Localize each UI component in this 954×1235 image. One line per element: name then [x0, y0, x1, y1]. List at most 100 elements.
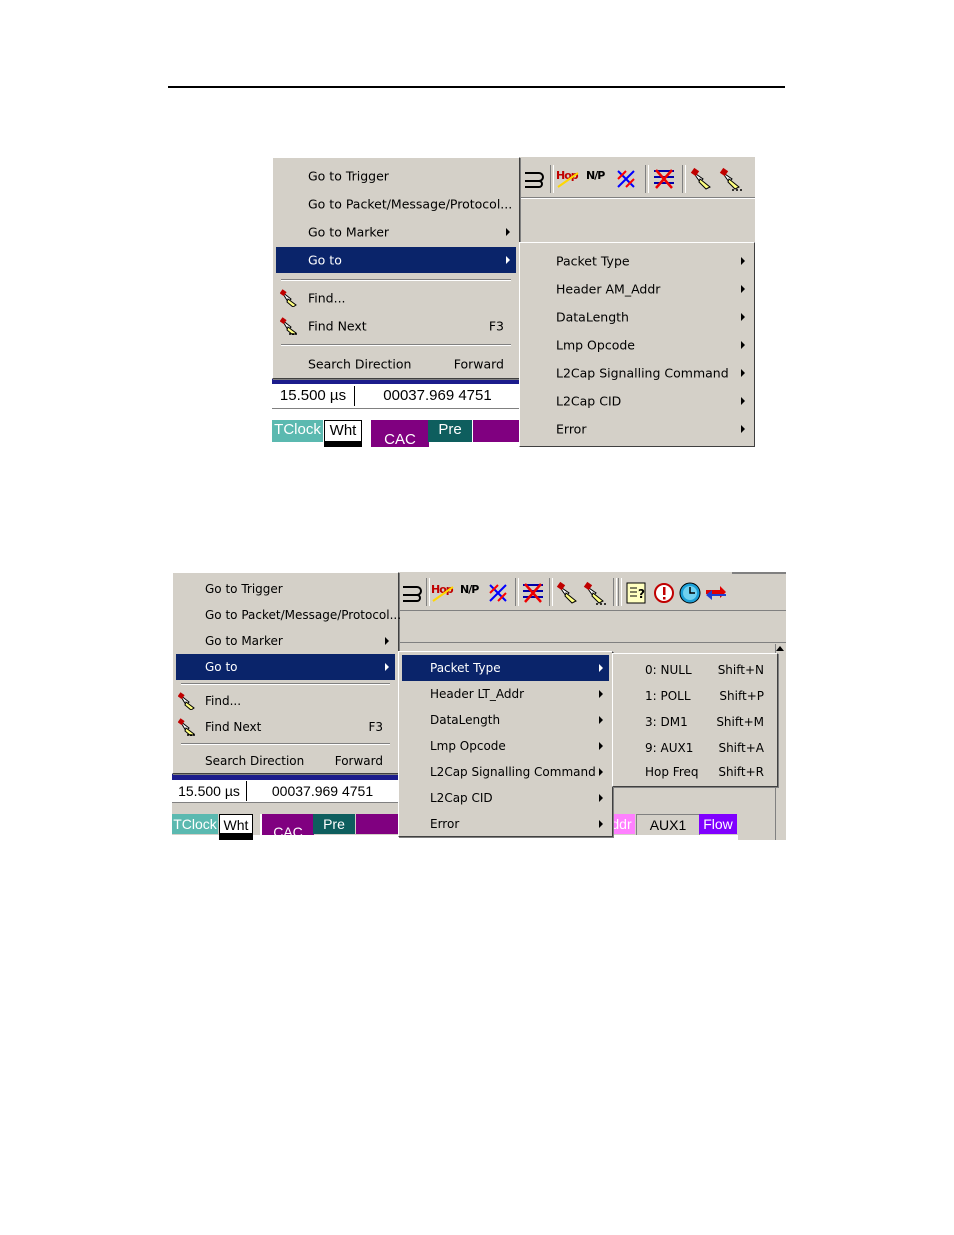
submenu-arrow-icon	[741, 425, 745, 433]
menu-item-go-to-packet[interactable]: Go to Packet/Message/Protocol...	[276, 191, 516, 217]
toolbar-separator	[550, 165, 554, 193]
menu-separator	[181, 683, 390, 685]
field-tclock[interactable]: TClock	[172, 814, 218, 834]
menu-item-find[interactable]: Find...	[276, 285, 516, 311]
hop-icon[interactable]: Hop	[556, 167, 580, 191]
clear-markers-icon[interactable]	[652, 167, 676, 191]
submenu-arrow-icon	[506, 256, 510, 264]
submenu-arrow-icon	[599, 690, 603, 698]
packet-type-poll[interactable]: 1: POLL Shift+P	[616, 683, 774, 709]
field-pre[interactable]: Pre	[428, 420, 472, 442]
cross-marker-icon[interactable]	[614, 167, 638, 191]
menu-item-go-to[interactable]: Go to	[276, 247, 516, 273]
alert-icon[interactable]	[652, 581, 676, 605]
submenu-arrow-icon	[599, 768, 603, 776]
menu-item-find-next[interactable]: Find Next F3	[276, 313, 516, 339]
submenu-item-header-am-addr[interactable]: Header AM_Addr	[523, 276, 751, 302]
submenu-arrow-icon	[741, 341, 745, 349]
submenu-item-l2cap-signalling[interactable]: L2Cap Signalling Command	[402, 759, 609, 785]
submenu-item-header-lt-addr[interactable]: Header LT_Addr	[402, 681, 609, 707]
submenu-arrow-icon	[599, 742, 603, 750]
menu-item-find-next[interactable]: Find Next F3	[176, 714, 395, 740]
menu-item-go-to-packet[interactable]: Go to Packet/Message/Protocol...	[176, 602, 401, 628]
flashlight-icon	[177, 692, 196, 711]
scroll-up-arrow-icon[interactable]	[776, 646, 784, 651]
packet-type-null[interactable]: 0: NULL Shift+N	[616, 657, 774, 683]
submenu-arrow-icon	[741, 257, 745, 265]
np-icon[interactable]: N/P	[585, 167, 609, 191]
field-tclock[interactable]: TClock	[272, 420, 323, 442]
submenu-item-lmp-opcode[interactable]: Lmp Opcode	[402, 733, 609, 759]
field-cac[interactable]: CAC	[369, 420, 429, 447]
toolbar-separator	[515, 578, 519, 606]
screenshot-1: Hop N/P 15.500 µs 00037.969 4751 TClock …	[272, 157, 755, 447]
submenu-arrow-icon	[741, 313, 745, 321]
menu-item-search-direction[interactable]: Search Direction Forward	[176, 748, 395, 774]
screenshot-2: Hop N/P ? 15.500 µs 00037.969 4751 TCloc…	[172, 572, 786, 840]
flashlight-next-icon	[177, 718, 196, 737]
context-menu: Go to Trigger Go to Packet/Message/Proto…	[172, 572, 401, 774]
submenu-item-l2cap-signalling[interactable]: L2Cap Signalling Command	[523, 360, 751, 386]
toolbar-bottom-edge-light	[518, 198, 755, 199]
field-wht[interactable]: Wht	[324, 420, 362, 442]
submenu-arrow-icon	[741, 369, 745, 377]
flashlight-next-icon	[279, 317, 298, 336]
packet-info-icon[interactable]: ?	[625, 581, 649, 605]
menu-item-go-to-marker[interactable]: Go to Marker	[276, 219, 516, 245]
wrap-icon[interactable]	[400, 581, 424, 605]
field-pre[interactable]: Pre	[313, 814, 355, 834]
submenu-arrow-icon	[599, 794, 603, 802]
submenu-item-packet-type[interactable]: Packet Type	[402, 655, 609, 681]
cross-marker-icon[interactable]	[486, 581, 510, 605]
field-flow[interactable]: Flow	[699, 814, 737, 834]
delta-time-readout: 15.500 µs	[172, 781, 247, 801]
menu-item-go-to-marker[interactable]: Go to Marker	[176, 628, 395, 654]
submenu-item-lmp-opcode[interactable]: Lmp Opcode	[523, 332, 751, 358]
top-edge-lines	[732, 572, 786, 574]
submenu-item-l2cap-cid[interactable]: L2Cap CID	[402, 785, 609, 811]
submenu-item-packet-type[interactable]: Packet Type	[523, 248, 751, 274]
np-icon[interactable]: N/P	[459, 581, 483, 605]
menu-separator	[181, 743, 390, 745]
menu-item-go-to-trigner[interactable]: Go to Trigger	[176, 576, 395, 602]
find-flashlight-icon[interactable]	[556, 581, 580, 605]
timestamp-readout: 00037.969 4751	[271, 783, 374, 799]
swap-arrows-icon[interactable]	[704, 581, 728, 605]
submenu-item-l2cap-cid[interactable]: L2Cap CID	[523, 388, 751, 414]
svg-text:?: ?	[638, 587, 645, 601]
packet-type-hop-freq[interactable]: Hop Freq Shift+R	[616, 759, 774, 785]
menu-item-go-to[interactable]: Go to	[176, 654, 395, 680]
toolbar-separator	[549, 578, 553, 606]
toolbar-separator	[682, 165, 686, 193]
submenu-arrow-icon	[506, 228, 510, 236]
page-header-rule	[168, 86, 785, 88]
submenu-item-datalength[interactable]: DataLength	[523, 304, 751, 330]
clock-icon[interactable]	[678, 581, 702, 605]
delta-time-readout: 15.500 µs	[272, 386, 355, 406]
packet-type-dm1[interactable]: 3: DM1 Shift+M	[616, 709, 774, 735]
timestamp-readout: 00037.969 4751	[383, 387, 492, 404]
menu-item-find[interactable]: Find...	[176, 688, 395, 714]
goto-submenu: Packet Type Header AM_Addr DataLength Lm…	[519, 242, 755, 447]
hop-icon[interactable]: Hop	[431, 581, 455, 605]
menu-separator	[281, 344, 511, 346]
menu-item-go-to-trigger[interactable]: Go to Trigger	[276, 163, 516, 189]
submenu-arrow-icon	[741, 285, 745, 293]
submenu-arrow-icon	[385, 637, 389, 645]
wrap-icon[interactable]	[522, 167, 546, 191]
toolbar-separator	[618, 578, 622, 606]
find-flashlight-icon[interactable]	[690, 167, 714, 191]
packet-type-aux1[interactable]: 9: AUX1 Shift+A	[616, 735, 774, 761]
submenu-item-error[interactable]: Error	[402, 811, 609, 837]
menu-item-search-direction[interactable]: Search Direction Forward	[276, 351, 516, 377]
submenu-arrow-icon	[385, 663, 389, 671]
find-next-flashlight-icon[interactable]	[583, 581, 607, 605]
submenu-item-datalength[interactable]: DataLength	[402, 707, 609, 733]
clear-markers-icon[interactable]	[521, 581, 545, 605]
find-next-flashlight-icon[interactable]	[719, 167, 743, 191]
submenu-arrow-icon	[599, 716, 603, 724]
pane-edge	[398, 642, 786, 643]
field-wht[interactable]: Wht	[219, 814, 253, 834]
field-aux1[interactable]: AUX1	[636, 814, 700, 836]
submenu-item-error[interactable]: Error	[523, 416, 751, 442]
